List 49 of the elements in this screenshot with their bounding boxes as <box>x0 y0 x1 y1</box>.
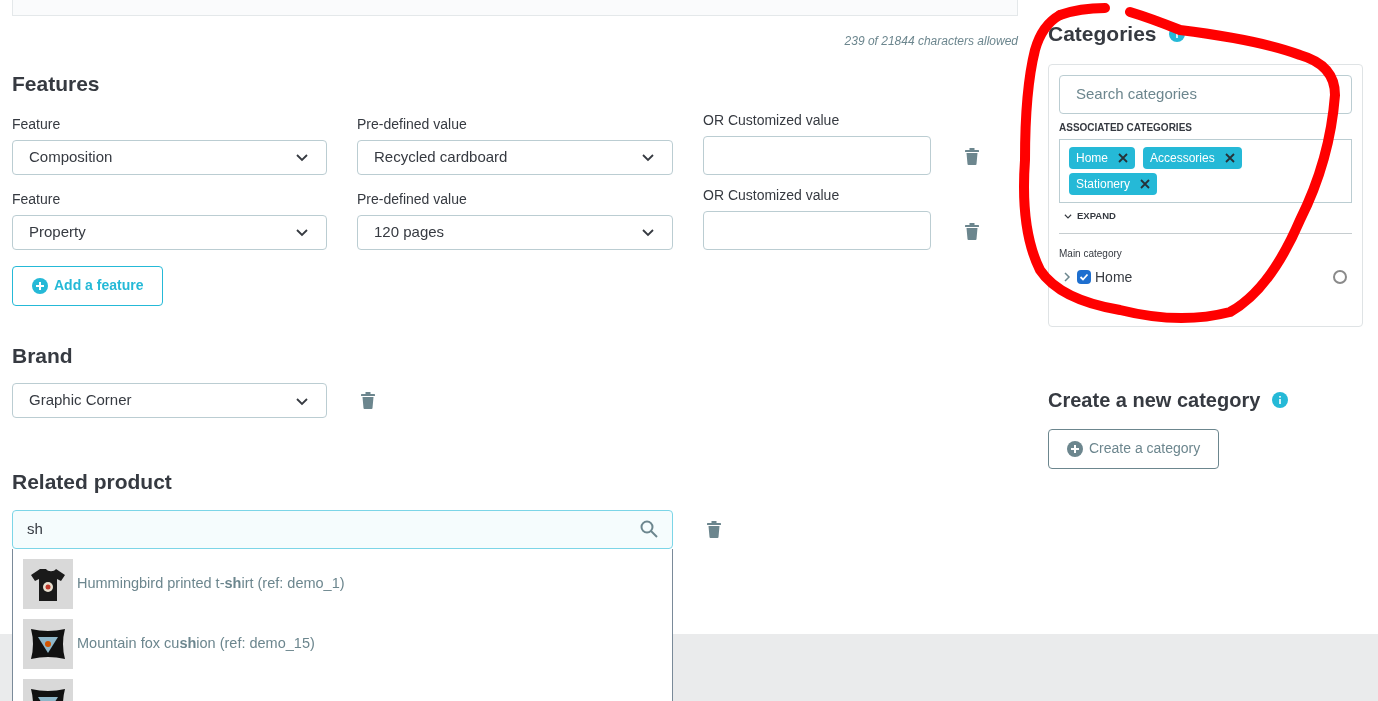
field-label: Pre-defined value <box>357 114 468 134</box>
category-label: Home <box>1095 267 1133 287</box>
trash-icon[interactable] <box>965 147 979 165</box>
section-heading: Features <box>12 71 101 97</box>
expand-toggle[interactable]: EXPAND <box>1063 208 1352 223</box>
plus-circle-icon <box>1067 440 1083 457</box>
character-counter: 239 of 21844 characters allowed <box>844 33 1018 50</box>
search-field[interactable]: Search categories <box>1059 74 1352 114</box>
section-heading: Related product <box>12 469 173 495</box>
select-field[interactable]: 120 pages <box>357 214 673 250</box>
info-icon[interactable] <box>1272 391 1289 408</box>
field-label: OR Customized value <box>703 110 841 130</box>
category-tag[interactable]: Accessories <box>1143 146 1242 169</box>
chevron-right-icon[interactable] <box>1062 272 1072 283</box>
select-field[interactable]: Property <box>12 214 327 250</box>
section-heading: Brand <box>12 342 74 369</box>
plus-circle-icon <box>32 277 48 294</box>
result-item[interactable]: Hummingbird printed t-shirt (ref: demo_1) <box>23 558 672 609</box>
search-field[interactable]: sh <box>12 509 673 549</box>
close-icon[interactable] <box>1118 152 1128 163</box>
result-item[interactable]: Mountain fox cushion (ref: demo_15) <box>23 618 672 669</box>
field-label: Pre-defined value <box>357 189 468 209</box>
field-label: Feature <box>12 189 62 209</box>
field-label: Feature <box>12 114 62 134</box>
category-tag[interactable]: Home <box>1069 146 1135 169</box>
checkmark-icon <box>1079 272 1089 283</box>
trash-icon[interactable] <box>707 520 721 538</box>
section-heading: Categories <box>1048 21 1157 47</box>
trash-icon[interactable] <box>361 392 375 409</box>
close-icon[interactable] <box>1224 152 1235 163</box>
description-field[interactable] <box>12 0 1018 16</box>
category-tag[interactable]: Stationery <box>1069 172 1158 195</box>
checkbox[interactable] <box>1077 270 1091 285</box>
select-field[interactable]: Recycled cardboard <box>357 139 673 175</box>
field-label: ASSOCIATED CATEGORIES <box>1059 120 1193 135</box>
select-field[interactable]: Graphic Corner <box>12 383 327 418</box>
input-field[interactable] <box>703 210 931 250</box>
create-category-button[interactable]: Create a category <box>1048 428 1220 469</box>
add-feature-button[interactable]: Add a feature <box>12 265 164 306</box>
select-field[interactable]: Composition <box>12 139 327 175</box>
section-heading: Create a new category <box>1048 387 1261 413</box>
tags-field[interactable]: Home Accessories Stationery <box>1059 138 1352 203</box>
field-label: Main category <box>1059 246 1123 261</box>
input-field[interactable] <box>703 135 931 175</box>
close-icon[interactable] <box>1140 178 1151 189</box>
trash-icon[interactable] <box>965 222 979 240</box>
field-label: OR Customized value <box>703 185 841 205</box>
search-icon <box>640 520 658 538</box>
main-category-radio[interactable] <box>1333 270 1347 285</box>
